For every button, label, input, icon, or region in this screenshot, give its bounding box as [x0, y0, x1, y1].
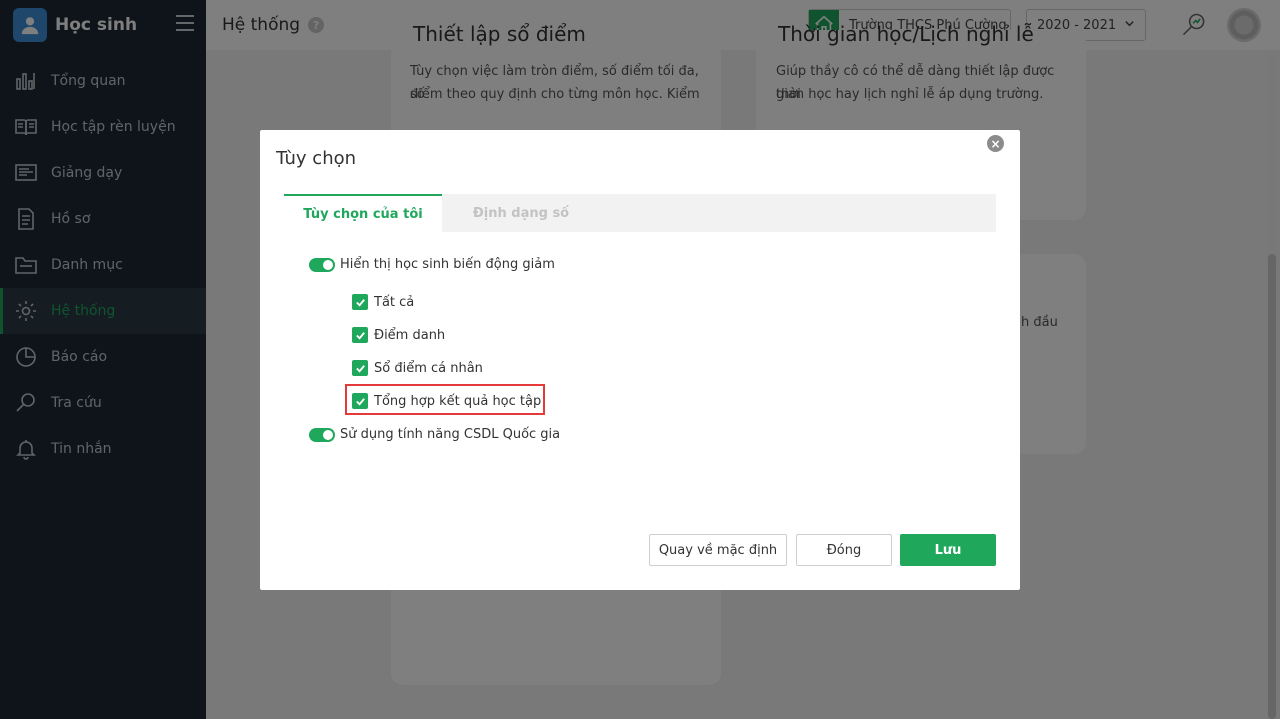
- save-button[interactable]: Lưu: [900, 534, 996, 566]
- reset-default-button[interactable]: Quay về mặc định: [649, 534, 787, 566]
- option-label: Hiển thị học sinh biến động giảm: [340, 257, 555, 272]
- checkbox[interactable]: [352, 294, 368, 310]
- option-attendance: Điểm danh: [352, 327, 445, 343]
- option-personal-gradebook: Sổ điểm cá nhân: [352, 360, 483, 376]
- highlight-box: [345, 384, 545, 415]
- checkbox[interactable]: [352, 327, 368, 343]
- toggle-switch[interactable]: [309, 257, 335, 272]
- close-button[interactable]: Đóng: [796, 534, 892, 566]
- tab-my-options[interactable]: Tùy chọn của tôi: [284, 194, 442, 232]
- option-label: Sử dụng tính năng CSDL Quốc gia: [340, 427, 561, 442]
- option-label: Điểm danh: [374, 327, 446, 343]
- dialog-tabs: Tùy chọn của tôi Định dạng số: [284, 194, 996, 232]
- checkbox[interactable]: [352, 360, 368, 376]
- tab-number-format[interactable]: Định dạng số: [442, 194, 600, 232]
- option-label: Sổ điểm cá nhân: [374, 360, 483, 376]
- option-all: Tất cả: [352, 294, 414, 310]
- toggle-switch[interactable]: [309, 427, 335, 442]
- dialog-title: Tùy chọn: [276, 148, 357, 169]
- options-dialog: Tùy chọn × Tùy chọn của tôi Định dạng số…: [260, 130, 1020, 590]
- option-national-database: Sử dụng tính năng CSDL Quốc gia: [309, 427, 560, 442]
- close-icon[interactable]: ×: [987, 135, 1004, 152]
- option-label: Tất cả: [374, 294, 415, 310]
- option-show-decreasing-students: Hiển thị học sinh biến động giảm: [309, 257, 555, 272]
